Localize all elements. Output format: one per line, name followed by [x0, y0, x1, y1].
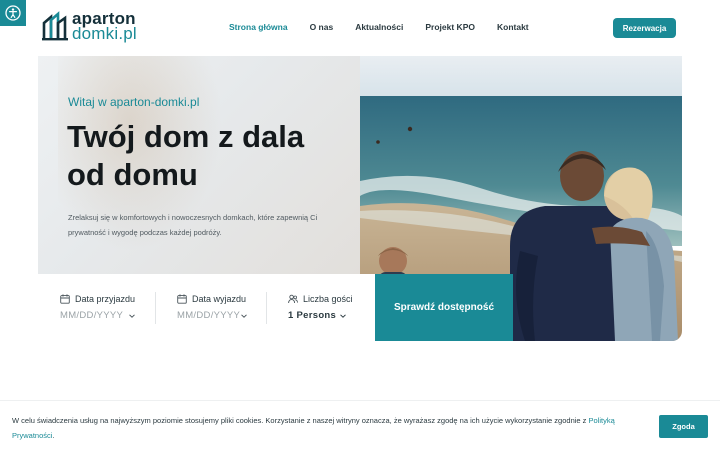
- nav-item-contact[interactable]: Kontakt: [497, 22, 529, 32]
- checkout-label: Data wyjazdu: [192, 294, 247, 304]
- guests-label: Liczba gości: [303, 294, 353, 304]
- chevron-down-icon: [241, 314, 247, 318]
- checkin-input[interactable]: MM/DD/YYYY: [60, 310, 123, 321]
- nav-item-news[interactable]: Aktualności: [355, 22, 403, 32]
- site-logo[interactable]: aparton domki.pl: [42, 10, 137, 43]
- cookie-message: W celu świadczenia usług na najwyższym p…: [12, 416, 589, 425]
- checkin-label: Data przyjazdu: [75, 294, 136, 304]
- cookie-text: W celu świadczenia usług na najwyższym p…: [12, 413, 642, 443]
- booking-form: Data przyjazdu MM/DD/YYYY Data wyjazdu M…: [38, 274, 375, 341]
- logo-text-line2: domki.pl: [72, 24, 137, 43]
- hero-welcome-text: Witaj w aparton-domki.pl: [68, 95, 200, 109]
- checkout-field[interactable]: Data wyjazdu MM/DD/YYYY: [177, 274, 277, 341]
- hero-headline: Twój dom z dala od domu: [67, 119, 305, 192]
- checkout-input[interactable]: MM/DD/YYYY: [177, 310, 240, 321]
- site-header: aparton domki.pl Strona główna O nas Akt…: [0, 0, 720, 56]
- cookie-agree-button[interactable]: Zgoda: [659, 415, 708, 438]
- guests-select[interactable]: 1 Persons: [288, 310, 336, 321]
- guests-field[interactable]: Liczba gości 1 Persons: [288, 274, 368, 341]
- field-divider: [155, 292, 156, 324]
- nav-item-kpo[interactable]: Projekt KPO: [425, 22, 475, 32]
- calendar-icon: [177, 294, 187, 304]
- check-availability-button[interactable]: Sprawdź dostępność: [375, 274, 513, 341]
- nav-item-home[interactable]: Strona główna: [229, 22, 288, 32]
- logo-mark-icon: [42, 11, 68, 41]
- cookie-message-end: .: [52, 431, 55, 440]
- field-divider: [266, 292, 267, 324]
- checkin-field[interactable]: Data przyjazdu MM/DD/YYYY: [60, 274, 160, 341]
- checkin-label-row: Data przyjazdu: [60, 294, 135, 304]
- accessibility-icon: [5, 5, 21, 21]
- accessibility-button[interactable]: [0, 0, 26, 26]
- nav-item-about[interactable]: O nas: [310, 22, 334, 32]
- chevron-down-icon: [340, 314, 346, 318]
- guests-label-row: Liczba gości: [288, 294, 353, 304]
- cookie-banner: W celu świadczenia usług na najwyższym p…: [0, 400, 720, 450]
- calendar-icon: [60, 294, 70, 304]
- main-nav: Strona główna O nas Aktualności Projekt …: [229, 22, 551, 32]
- chevron-down-icon: [129, 314, 135, 318]
- hero-lead-text: Zrelaksuj się w komfortowych i nowoczesn…: [68, 213, 318, 237]
- checkout-label-row: Data wyjazdu: [177, 294, 246, 304]
- reservation-button[interactable]: Rezerwacja: [613, 18, 676, 38]
- users-icon: [288, 294, 298, 304]
